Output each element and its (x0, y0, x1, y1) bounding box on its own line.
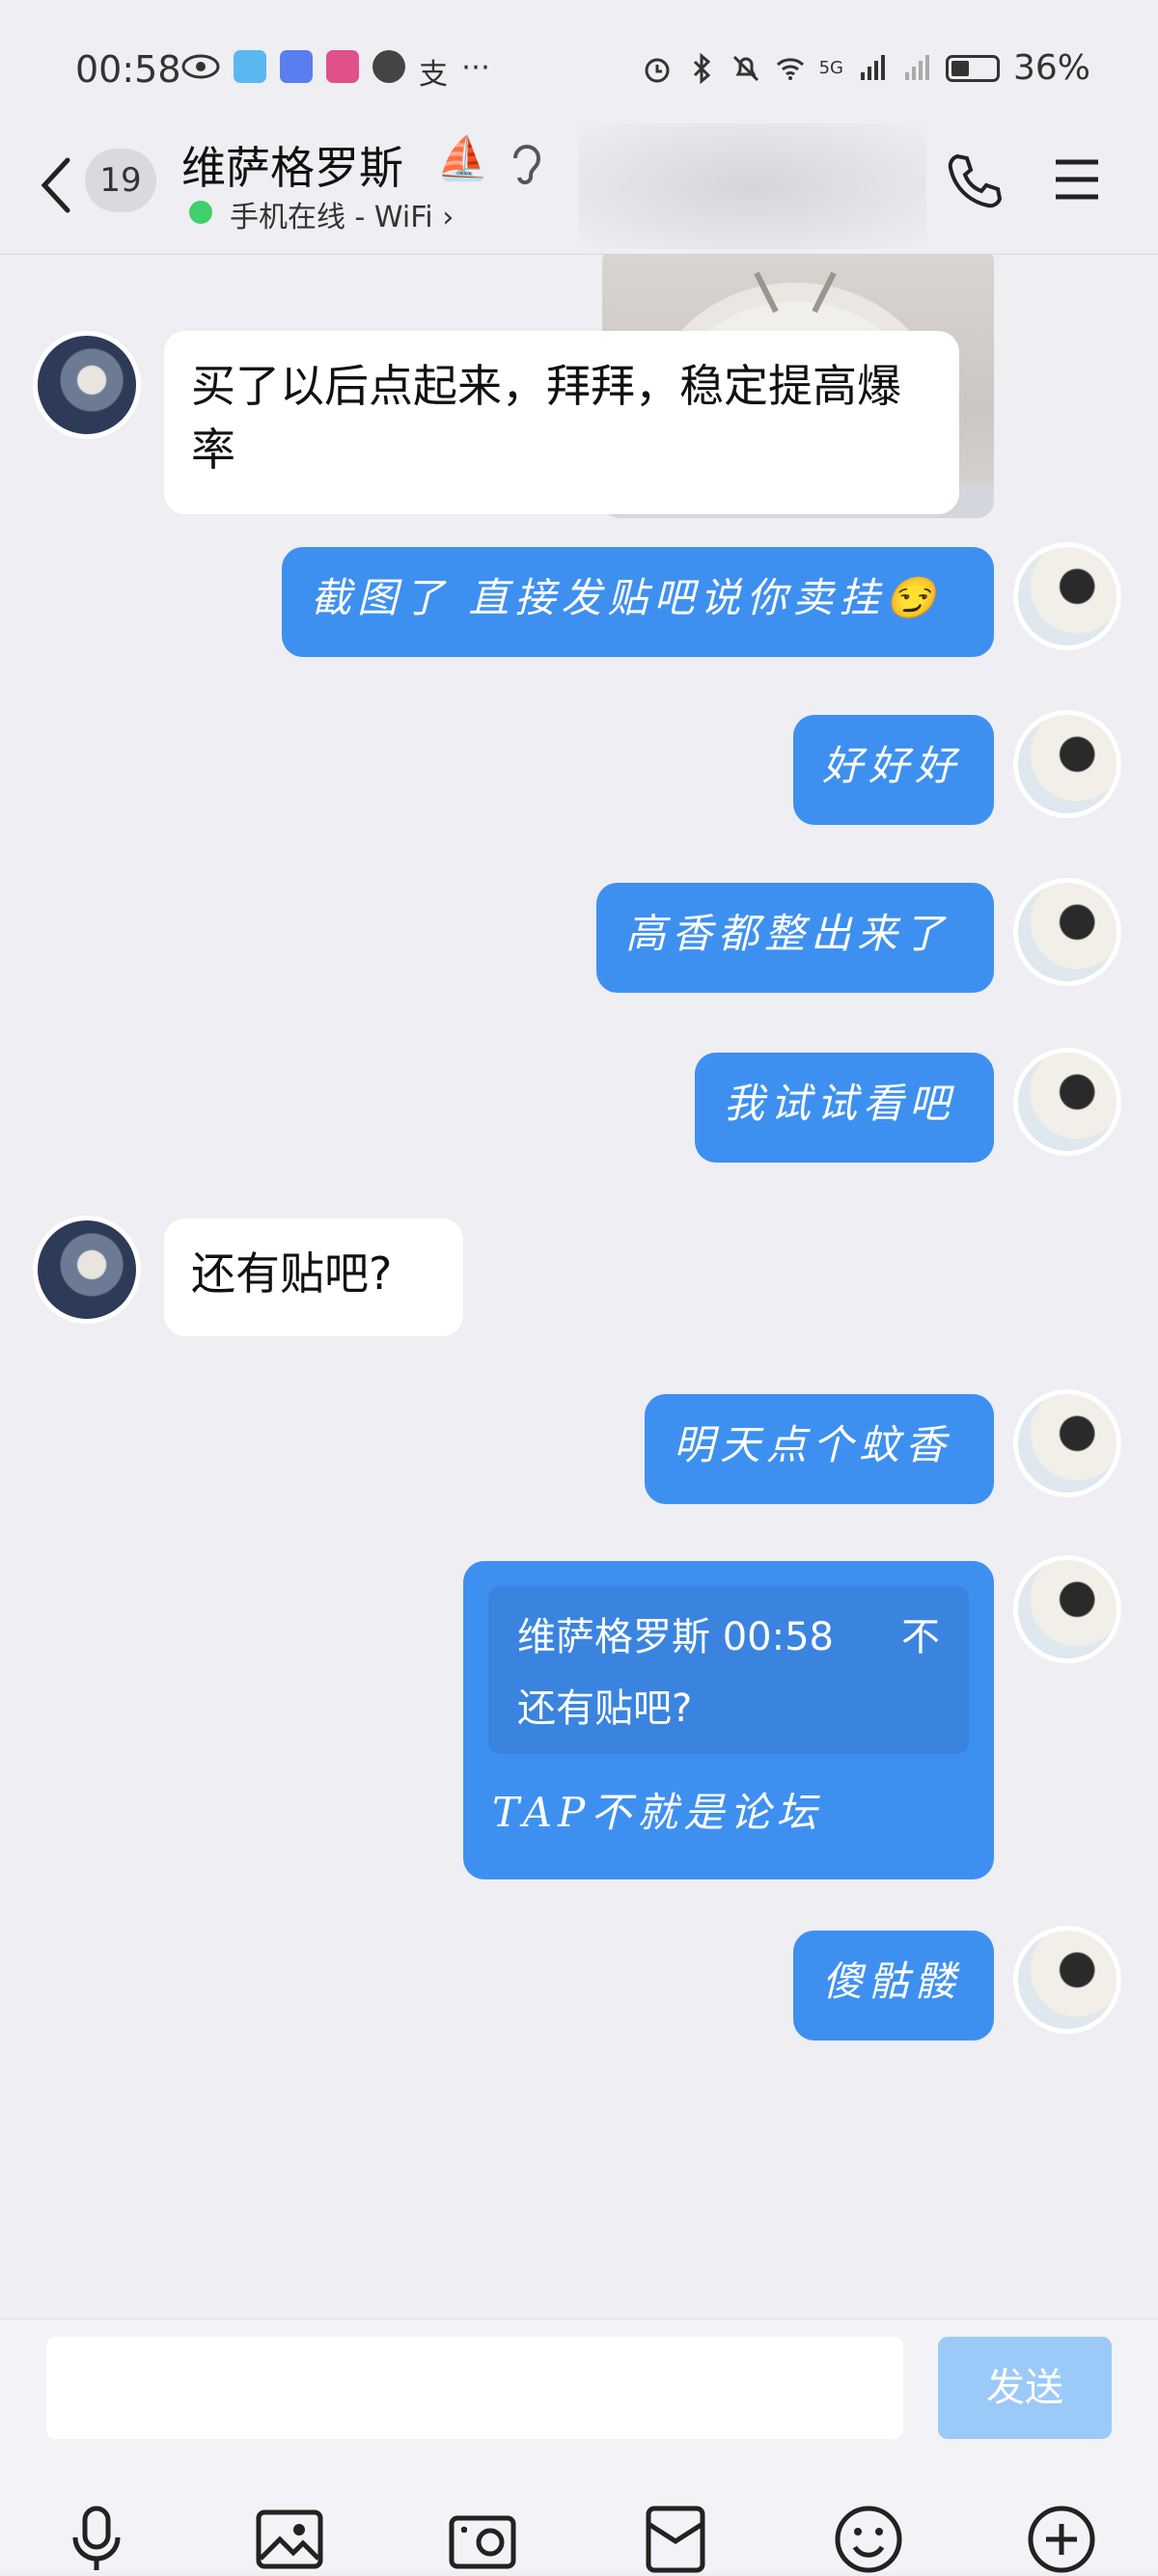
reply-text: TAP不就是论坛 (492, 1789, 823, 1836)
input-bar: 发送 (0, 2318, 1158, 2573)
microphone-icon[interactable] (60, 2503, 133, 2576)
my-avatar[interactable] (1013, 1926, 1121, 2034)
outgoing-message[interactable]: 傻骷髅 (793, 1931, 994, 2041)
mute-bell-icon (732, 55, 758, 81)
back-arrow-icon[interactable] (35, 154, 81, 216)
online-status[interactable]: 手机在线 - WiFi › (230, 193, 454, 235)
image-icon[interactable] (253, 2503, 326, 2576)
ear-icon[interactable] (508, 137, 546, 193)
outgoing-message[interactable]: 明天点个蚊香 (645, 1394, 994, 1504)
video-app-icon (326, 50, 359, 83)
sailboat-emoji: ⛵ (436, 134, 489, 183)
book-app-icon (234, 50, 266, 83)
emoji-icon[interactable] (832, 2503, 905, 2576)
menu-icon[interactable] (1052, 154, 1102, 205)
signal-icon (860, 54, 885, 80)
send-button[interactable]: 发送 (938, 2337, 1112, 2439)
notification-icons: 支 ⋯ (181, 50, 490, 92)
plus-icon[interactable] (1025, 2503, 1098, 2576)
alipay-icon: 支 (419, 58, 448, 92)
outgoing-message[interactable]: 高香都整出来了 (596, 883, 994, 993)
alarm-icon (645, 58, 670, 82)
phone-icon[interactable] (944, 151, 1006, 212)
my-avatar[interactable] (1013, 878, 1121, 986)
battery-level: 36% (1012, 48, 1090, 88)
signal-off-icon (904, 54, 929, 80)
contact-name[interactable]: 维萨格罗斯 (181, 133, 403, 197)
camera-icon[interactable] (446, 2503, 519, 2576)
quote-sender: 维萨格罗斯 00:58 (517, 1615, 834, 1659)
online-dot (189, 201, 212, 224)
message-list[interactable]: 买了以后点起来，拜拜，稳定提高爆率 截图了 直接发贴吧说你卖挂😏 好好好 高香都… (0, 254, 1158, 2318)
contact-avatar[interactable] (33, 1216, 141, 1324)
chat-app-icon (372, 50, 405, 83)
my-avatar[interactable] (1013, 710, 1121, 818)
red-packet-icon[interactable] (639, 2503, 712, 2576)
battery-icon (945, 54, 1000, 82)
my-avatar[interactable] (1013, 542, 1121, 650)
store-app-icon (280, 50, 313, 83)
my-avatar[interactable] (1013, 1555, 1121, 1663)
my-avatar[interactable] (1013, 1048, 1121, 1156)
bluetooth-icon (693, 52, 710, 84)
incoming-message[interactable]: 买了以后点起来，拜拜，稳定提高爆率 (164, 331, 959, 514)
network-type: 5G (818, 58, 843, 78)
outgoing-message[interactable]: 截图了 直接发贴吧说你卖挂😏 (282, 547, 994, 657)
more-notifications-icon: ⋯ (461, 50, 490, 84)
chat-header: 19 维萨格罗斯 ⛵ 手机在线 - WiFi › (0, 123, 1158, 255)
outgoing-message[interactable]: 我试试看吧 (695, 1053, 994, 1163)
reply-message[interactable]: 维萨格罗斯 00:58 不 还有贴吧? TAP不就是论坛 (463, 1561, 994, 1879)
contact-avatar[interactable] (33, 331, 141, 439)
unread-badge[interactable]: 19 (85, 149, 156, 212)
status-time: 00:58 (75, 48, 181, 91)
wifi-icon (776, 57, 804, 80)
blurred-area (579, 123, 926, 249)
quote-extra: 不 (901, 1615, 940, 1659)
incoming-message[interactable]: 还有贴吧? (164, 1219, 463, 1336)
quoted-message[interactable]: 维萨格罗斯 00:58 不 还有贴吧? (488, 1586, 969, 1754)
outgoing-message[interactable]: 好好好 (793, 715, 994, 825)
eye-icon (181, 54, 220, 79)
message-input[interactable] (46, 2337, 903, 2439)
quote-text: 还有贴吧? (517, 1686, 693, 1731)
status-right: 5G 36% (642, 48, 1090, 88)
my-avatar[interactable] (1013, 1389, 1121, 1497)
